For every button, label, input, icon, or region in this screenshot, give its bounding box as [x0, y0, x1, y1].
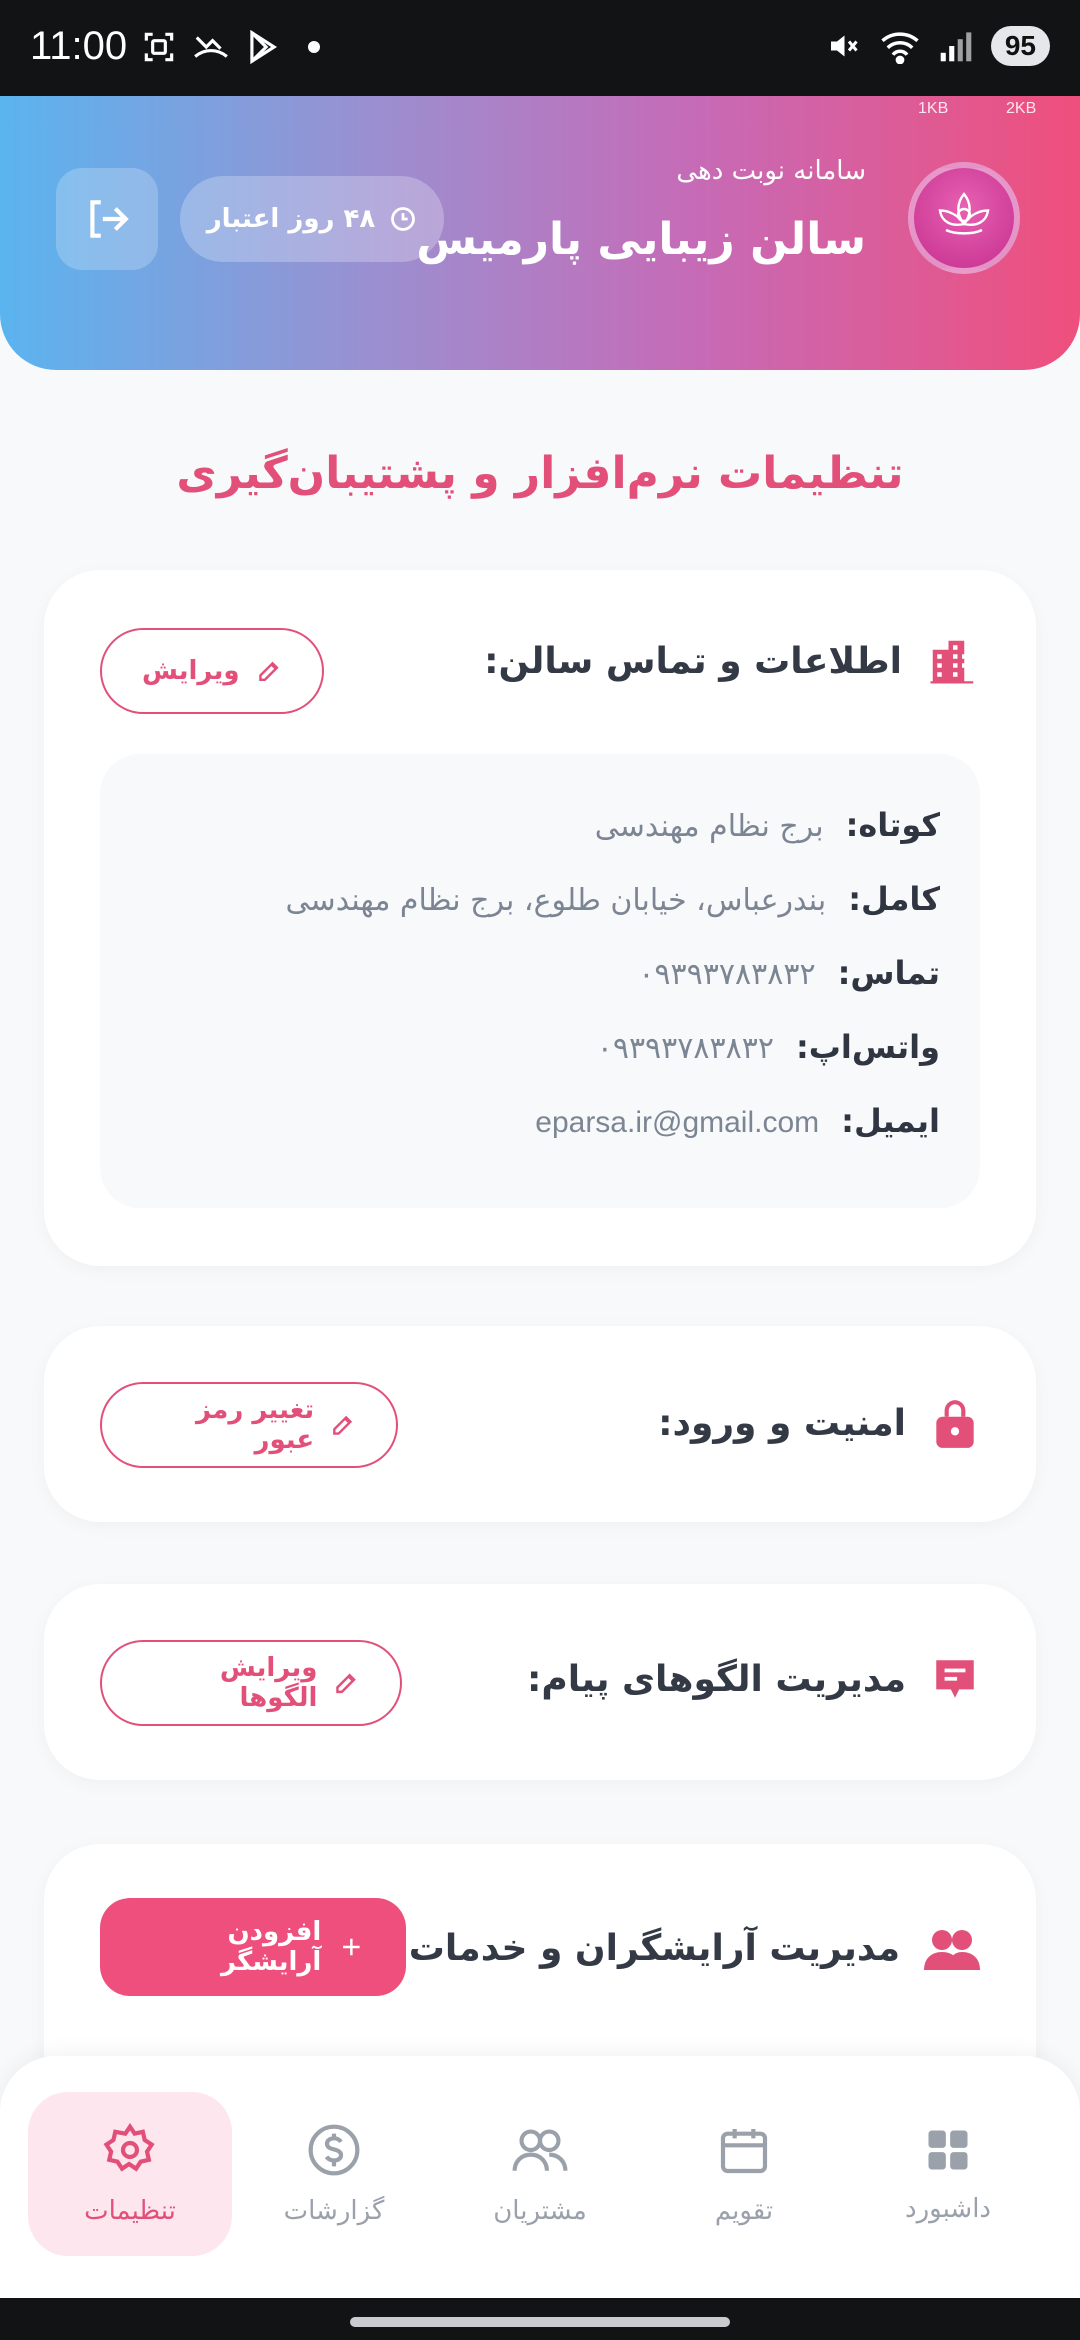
- nav-label: گزارشات: [283, 2196, 385, 2226]
- notification-icons: [140, 28, 320, 66]
- info-row-phone: تماس: ۰۹۳۹۳۷۸۳۸۳۲: [638, 954, 940, 992]
- info-label: ایمیل:: [841, 1102, 940, 1140]
- building-icon: [930, 640, 974, 684]
- gesture-handle[interactable]: [350, 2317, 730, 2327]
- salon-info-title: اطلاعات و تماس سالن:: [484, 640, 902, 682]
- plus-icon: [343, 1938, 360, 1956]
- salon-logo: [908, 162, 1020, 274]
- salon-info-header: اطلاعات و تماس سالن:: [484, 634, 980, 688]
- page-title: تنظیمات نرم‌افزار و پشتیبان‌گیری: [176, 448, 904, 499]
- info-label: کامل:: [848, 880, 940, 918]
- battery-indicator: 95: [990, 26, 1050, 66]
- nav-calendar[interactable]: تقویم: [642, 2092, 846, 2256]
- grid-icon: [928, 2130, 968, 2170]
- salon-name: سالن زیبایی پارمیس: [416, 214, 866, 265]
- nav-label: تنظیمات: [84, 2196, 176, 2226]
- security-header: امنیت و ورود:: [658, 1396, 980, 1450]
- info-value: بندرعباس، خیابان طلوع، برج نظام مهندسی: [285, 883, 827, 918]
- dollar-icon: [308, 2124, 360, 2176]
- net-speed-down: 2KB: [1006, 100, 1037, 117]
- pencil-icon: [336, 1673, 357, 1694]
- nav-settings[interactable]: تنظیمات: [28, 2092, 232, 2256]
- users-icon: [512, 2129, 568, 2171]
- validity-badge: ۴۸ روز اعتبار: [180, 176, 444, 262]
- clock-icon: [391, 207, 416, 231]
- change-password-label: تغییر رمز عبور: [196, 1395, 315, 1455]
- change-password-button[interactable]: تغییر رمز عبور: [100, 1382, 398, 1468]
- salon-info-box: کوتاه: برج نظام مهندسی کامل: بندرعباس، خ…: [100, 754, 980, 1208]
- pencil-icon: [258, 661, 279, 682]
- status-bar: 11:00 95: [0, 0, 1080, 96]
- security-card: امنیت و ورود: تغییر رمز عبور: [44, 1326, 1036, 1522]
- info-row-short: کوتاه: برج نظام مهندسی: [595, 806, 940, 844]
- calendar-icon: [720, 2129, 768, 2174]
- add-stylist-label: افزودن آرایشگر: [220, 1917, 322, 1977]
- pencil-icon: [333, 1415, 353, 1435]
- info-label: کوتاه:: [845, 806, 940, 844]
- lock-icon: [936, 1400, 974, 1448]
- edit-salon-info-button[interactable]: ویرایش: [100, 628, 324, 714]
- status-time: 11:00: [30, 24, 128, 68]
- play-store-icon: [250, 29, 278, 65]
- app-header: 1KB 2KB سامانه نوبت دهی سالن زیبایی پارم…: [0, 96, 1080, 370]
- info-value: ۰۹۳۹۳۷۸۳۸۳۲: [638, 957, 816, 992]
- logout-icon: [90, 200, 129, 238]
- missed-call-icon: [194, 36, 228, 58]
- app-subtitle: سامانه نوبت دهی: [676, 156, 866, 186]
- info-label: تماس:: [837, 954, 940, 992]
- users-icon: [924, 1930, 980, 1970]
- signal-icon: [940, 32, 972, 62]
- info-row-whatsapp: واتس‌اپ: ۰۹۳۹۳۷۸۳۸۳۲: [597, 1028, 940, 1066]
- message-templates-card: مدیریت الگوهای پیام: ویرایش الگوها: [44, 1584, 1036, 1780]
- staff-title: مدیریت آرایشگران و خدمات:: [394, 1927, 900, 1969]
- screenshot-icon: [144, 32, 174, 62]
- info-row-full-address: کامل: بندرعباس، خیابان طلوع، برج نظام مه…: [286, 880, 940, 918]
- security-title: امنیت و ورود:: [658, 1402, 906, 1444]
- dot-icon: [308, 41, 320, 53]
- info-value: ۰۹۳۹۳۷۸۳۸۳۲: [596, 1031, 774, 1066]
- nav-dashboard[interactable]: داشبورد: [846, 2092, 1050, 2256]
- templates-header: مدیریت الگوهای پیام:: [527, 1654, 980, 1704]
- system-icons: 95: [825, 26, 1050, 66]
- nav-label: داشبورد: [905, 2194, 991, 2224]
- staff-header: مدیریت آرایشگران و خدمات:: [394, 1926, 980, 1970]
- nav-label: تقویم: [714, 2196, 774, 2226]
- salon-info-card: اطلاعات و تماس سالن: ویرایش کوتاه: برج ن…: [44, 570, 1036, 1266]
- mute-icon: [830, 35, 858, 57]
- bottom-navigation: تنظیمات گزارشات مشتریان تقویم داشبورد: [0, 2056, 1080, 2298]
- info-label: واتس‌اپ:: [795, 1028, 940, 1066]
- net-speed-up: 1KB: [918, 100, 949, 117]
- edit-label: ویرایش: [142, 656, 240, 686]
- edit-templates-button[interactable]: ویرایش الگوها: [100, 1640, 402, 1726]
- nav-customers[interactable]: مشتریان: [438, 2092, 642, 2256]
- wifi-icon: [881, 32, 919, 64]
- add-stylist-button[interactable]: افزودن آرایشگر: [100, 1898, 406, 1996]
- templates-title: مدیریت الگوهای پیام:: [526, 1658, 906, 1700]
- info-row-email: ایمیل: eparsa.ir@gmail.com: [535, 1102, 940, 1140]
- edit-templates-label: ویرایش الگوها: [219, 1653, 318, 1713]
- nav-label: مشتریان: [493, 2196, 587, 2226]
- info-value: برج نظام مهندسی: [594, 809, 824, 844]
- info-value: eparsa.ir@gmail.com: [535, 1106, 820, 1139]
- nav-reports[interactable]: گزارشات: [232, 2092, 436, 2256]
- logout-button[interactable]: [56, 168, 158, 270]
- gear-icon: [103, 2122, 155, 2172]
- validity-label: ۴۸ روز اعتبار: [206, 204, 376, 234]
- lotus-logo-icon: [938, 192, 990, 235]
- message-icon: [936, 1660, 974, 1698]
